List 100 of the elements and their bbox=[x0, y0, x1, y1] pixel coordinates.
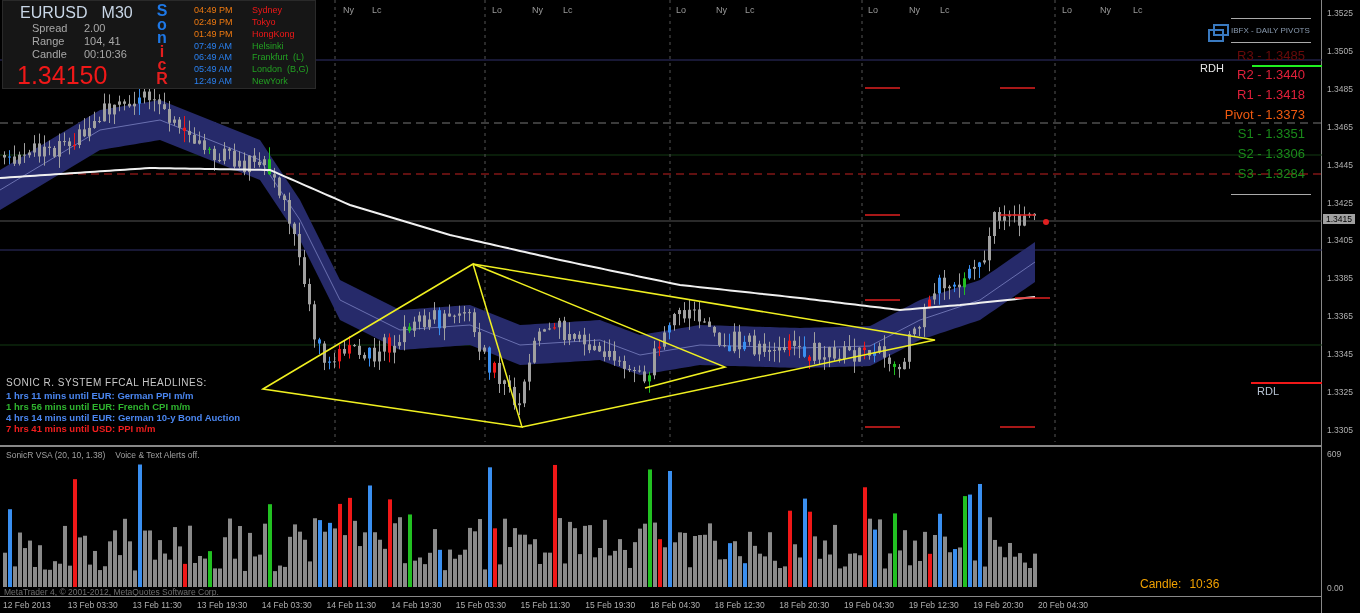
level-marker bbox=[999, 87, 1036, 89]
brand-letter: n bbox=[156, 31, 168, 45]
headline: 7 hrs 41 mins until USD: PPI m/m bbox=[6, 423, 156, 434]
time-tick: 20 Feb 04:30 bbox=[1038, 599, 1090, 612]
pivot-level: Pivot - 1.3373 bbox=[1224, 106, 1306, 122]
price-tick: 1.3305 bbox=[1327, 425, 1353, 435]
session-marker: Lo bbox=[492, 5, 502, 15]
time-tick: 13 Feb 19:30 bbox=[197, 599, 249, 612]
market-city: HongKong bbox=[252, 28, 296, 41]
session-marker: Lo bbox=[1062, 5, 1072, 15]
price-tick: 1.3505 bbox=[1327, 46, 1353, 56]
clock-time: 01:49 PM bbox=[194, 28, 234, 41]
time-tick: 13 Feb 11:30 bbox=[132, 599, 183, 612]
session-marker: Ny bbox=[343, 5, 354, 15]
time-tick: 15 Feb 11:30 bbox=[520, 599, 571, 612]
info-label: Range bbox=[32, 35, 66, 48]
brand-letter: c bbox=[156, 58, 167, 72]
market-city: Helsinki bbox=[252, 40, 285, 53]
session-marker: Lo bbox=[868, 5, 878, 15]
alert-status: Voice & Text Alerts off. bbox=[115, 450, 200, 460]
time-tick: 13 Feb 03:30 bbox=[67, 599, 119, 612]
timeframe: M30 bbox=[101, 4, 133, 22]
time-tick: 14 Feb 19:30 bbox=[391, 599, 443, 612]
time-tick: 19 Feb 12:30 bbox=[908, 599, 960, 612]
time-tick: 14 Feb 03:30 bbox=[261, 599, 313, 612]
brand-letter: S bbox=[155, 4, 169, 18]
pivot-level: R2 - 1.3440 bbox=[1237, 67, 1306, 83]
pivots-title: IBFX - DAILY PIVOTS bbox=[1231, 18, 1311, 43]
session-marker: Lc bbox=[1133, 5, 1143, 15]
price-tick: 1.3365 bbox=[1327, 311, 1353, 321]
info-value: 104, 41 bbox=[84, 35, 121, 48]
headlines-title: SONIC R. SYSTEM FFCAL HEADLINES: bbox=[6, 376, 208, 390]
time-tick: 12 Feb 2013 bbox=[3, 599, 52, 612]
time-tick: 14 Feb 11:30 bbox=[326, 599, 377, 612]
pivot-level: R3 - 1.3485 bbox=[1237, 47, 1306, 63]
clock-time: 12:49 AM bbox=[194, 76, 234, 88]
symbol-name: EURUSD bbox=[20, 4, 88, 22]
price-tick: 1.3325 bbox=[1327, 387, 1353, 397]
session-marker: Lc bbox=[563, 5, 573, 15]
price-tick: 1.3385 bbox=[1327, 273, 1353, 283]
level-marker bbox=[864, 299, 901, 301]
market-city: Frankfurt (L) bbox=[252, 52, 305, 65]
clock-time: 06:49 AM bbox=[194, 52, 234, 65]
range-low-label: RDL bbox=[1257, 385, 1279, 397]
session-marker: Ny bbox=[532, 5, 543, 15]
time-tick: 18 Feb 04:30 bbox=[649, 599, 701, 612]
indicator-title: SonicR VSA (20, 10, 1.38) bbox=[6, 450, 106, 460]
time-tick: 15 Feb 03:30 bbox=[455, 599, 507, 612]
price-tick: 1.3445 bbox=[1327, 160, 1353, 170]
volume-min-tick: 0.00 bbox=[1327, 583, 1344, 593]
info-label: Candle bbox=[32, 48, 68, 61]
session-marker: Lc bbox=[372, 5, 382, 15]
volume-max-tick: 609 bbox=[1327, 449, 1342, 459]
market-city: NewYork bbox=[252, 76, 289, 88]
market-city: London (B,G) bbox=[252, 64, 309, 77]
candle-timer-label: Candle: bbox=[1140, 577, 1182, 591]
price-tick: 1.3405 bbox=[1327, 235, 1353, 245]
level-marker bbox=[864, 214, 901, 216]
brand-letter: i bbox=[159, 44, 165, 58]
price-tick: 1.3525 bbox=[1327, 8, 1353, 18]
price-tick: 1.3345 bbox=[1327, 349, 1353, 359]
time-tick: 15 Feb 19:30 bbox=[585, 599, 637, 612]
market-city: Sydney bbox=[252, 5, 284, 17]
windows-icon bbox=[1208, 24, 1230, 43]
range-high-label: RDH bbox=[1200, 62, 1224, 74]
level-marker bbox=[864, 87, 901, 89]
session-marker: Lc bbox=[940, 5, 950, 15]
clock-time: 05:49 AM bbox=[194, 64, 234, 77]
session-marker: Lc bbox=[745, 5, 755, 15]
range-high-line bbox=[1251, 65, 1322, 67]
clock-time: 07:49 AM bbox=[194, 40, 234, 53]
time-tick: 19 Feb 20:30 bbox=[973, 599, 1025, 612]
session-marker: Lo bbox=[676, 5, 686, 15]
session-marker: Ny bbox=[909, 5, 920, 15]
info-value: 2.00 bbox=[84, 22, 106, 35]
headline: 4 hrs 14 mins until EUR: German 10-y Bond Auction bbox=[6, 412, 241, 423]
headline: 1 hrs 11 mins until EUR: German PPI m/m bbox=[6, 390, 194, 401]
price-dot bbox=[1043, 219, 1049, 225]
time-tick: 19 Feb 04:30 bbox=[843, 599, 896, 612]
pivot-level: S2 - 1.3306 bbox=[1237, 146, 1306, 162]
pivot-level: R1 - 1.3418 bbox=[1237, 87, 1306, 103]
session-marker: Ny bbox=[716, 5, 727, 15]
clock-time: 02:49 PM bbox=[194, 16, 234, 29]
session-marker: Ny bbox=[1100, 5, 1111, 15]
level-marker bbox=[864, 426, 901, 428]
headline: 1 hrs 56 mins until EUR: French CPI m/m bbox=[6, 401, 191, 412]
copyright-text: MetaTrader 4, © 2001-2012, MetaQuotes Software Corp. bbox=[4, 587, 219, 597]
current-price-label: 1.3415 bbox=[1323, 214, 1355, 224]
level-marker bbox=[999, 426, 1036, 428]
candle-timer-value: 10:36 bbox=[1189, 577, 1220, 591]
range-low-line bbox=[1250, 382, 1322, 384]
time-tick: 18 Feb 20:30 bbox=[779, 599, 831, 612]
price-tick: 1.3465 bbox=[1327, 122, 1353, 132]
market-city: Tokyo bbox=[252, 16, 277, 29]
level-marker bbox=[999, 214, 1036, 216]
price-tick: 1.3425 bbox=[1327, 198, 1353, 208]
info-label: Spread bbox=[32, 22, 69, 35]
brand-letter: R bbox=[155, 71, 169, 85]
brand-letter: o bbox=[156, 17, 168, 31]
pivot-level: S1 - 1.3351 bbox=[1237, 126, 1306, 142]
